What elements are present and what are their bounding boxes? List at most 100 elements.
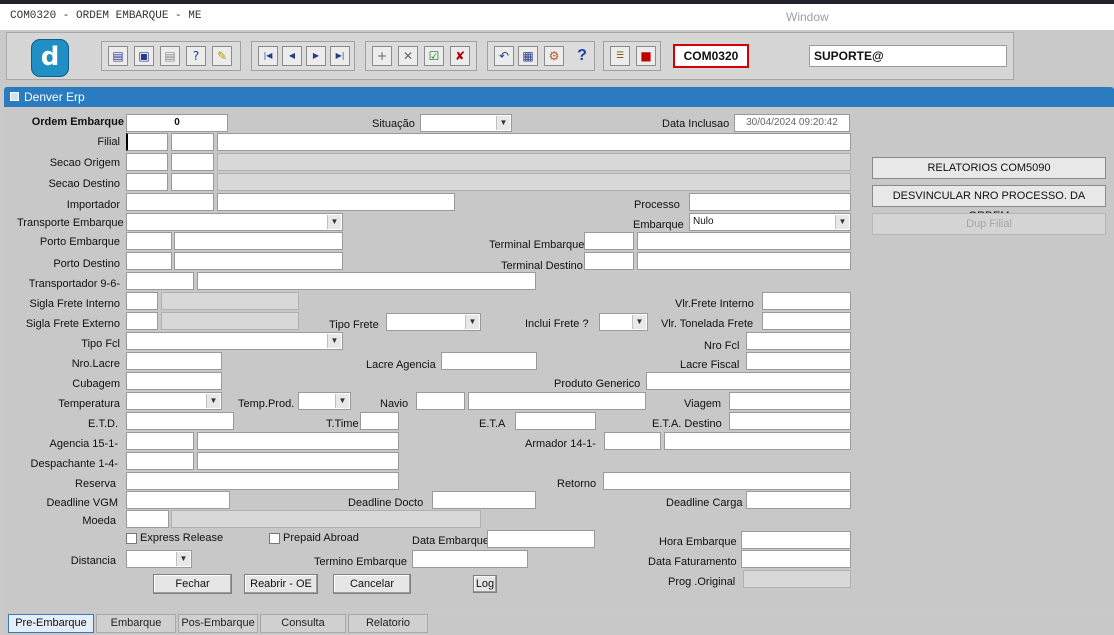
tab-embarque[interactable]: Embarque [96,614,176,633]
print-icon[interactable]: ▤ [160,46,180,66]
terminal-destino-name-field[interactable] [637,252,851,270]
sigla-frete-interno-field[interactable] [126,292,158,310]
prepaid-abroad-checkbox[interactable] [269,533,280,544]
eta-field[interactable] [515,412,596,430]
terminal-embarque-code-field[interactable] [584,232,634,250]
lacre-agencia-field[interactable] [441,352,537,370]
eta-destino-field[interactable] [729,412,851,430]
ordem-embarque-field[interactable]: 0 [126,114,228,132]
porto-destino-name-field[interactable] [174,252,343,270]
transportador-name-field[interactable] [197,272,536,290]
window-icon[interactable]: ▣ [134,46,154,66]
transportador-code-field[interactable] [126,272,194,290]
desvincular-processo-button[interactable]: DESVINCULAR NRO PROCESSO. DA ORDEM [872,185,1106,222]
moeda-code-field[interactable] [126,510,169,528]
etd-field[interactable] [126,412,234,430]
save-icon[interactable]: ▤ [108,46,128,66]
clear-record-icon[interactable]: ✘ [450,46,470,66]
armador-name-field[interactable] [664,432,851,450]
express-release-checkbox[interactable] [126,533,137,544]
tab-consulta[interactable]: Consulta [260,614,346,633]
navio-name-field[interactable] [468,392,646,410]
situacao-select[interactable]: ▼ [420,114,512,132]
inclui-frete-select[interactable]: ▼ [599,313,648,331]
next-record-icon[interactable]: ▶ [306,46,326,66]
secao-origem-sub-field[interactable] [171,153,214,171]
last-record-icon[interactable]: ▶| [330,46,350,66]
tipo-frete-select[interactable]: ▼ [386,313,481,331]
data-embarque-field[interactable] [487,530,595,548]
despachante-code-field[interactable] [126,452,194,470]
search-record-icon[interactable]: ☑ [424,46,444,66]
agencia-label: Agencia 15-1- [49,438,119,450]
secao-destino-sub-field[interactable] [171,173,214,191]
importador-name-field[interactable] [217,193,455,211]
importador-code-field[interactable] [126,193,214,211]
temp-prod-select[interactable]: ▼ [298,392,351,410]
produto-generico-field[interactable] [646,372,851,390]
secao-destino-field[interactable] [126,173,168,191]
retorno-field[interactable] [603,472,851,490]
data-faturamento-field[interactable] [741,550,851,568]
reabrir-oe-button[interactable]: Reabrir - OE [244,574,318,594]
reserva-field[interactable] [126,472,399,490]
edit-query-icon[interactable]: ✎ [212,46,232,66]
first-record-icon[interactable]: |◀ [258,46,278,66]
ttime-field[interactable] [360,412,399,430]
window-menu-label[interactable]: Window [786,10,829,24]
porto-destino-label: Porto Destino [53,258,120,270]
transporte-embarque-select[interactable]: ▼ [126,213,343,231]
agencia-code-field[interactable] [126,432,194,450]
list-icon[interactable]: ▦ [518,46,538,66]
tipo-fcl-select[interactable]: ▼ [126,332,343,350]
cubagem-field[interactable] [126,372,222,390]
relatorios-com5090-button[interactable]: RELATORIOS COM5090 [872,157,1106,179]
undo-icon[interactable]: ↶ [494,46,514,66]
exit-icon[interactable]: ■ [636,46,656,66]
armador-code-field[interactable] [604,432,661,450]
dup-filial-button[interactable]: Dup Filial [872,213,1106,235]
tools-icon[interactable]: ⚙ [544,46,564,66]
log-button[interactable]: Log [473,575,497,593]
nro-lacre-field[interactable] [126,352,222,370]
question-icon[interactable]: ? [568,46,596,66]
menu-icon[interactable]: ☰ [610,46,630,66]
porto-embarque-code-field[interactable] [126,232,172,250]
sigla-frete-externo-field[interactable] [126,312,158,330]
tab-relatorio[interactable]: Relatorio [348,614,428,633]
temperatura-select[interactable]: ▼ [126,392,222,410]
filial-code-field[interactable] [126,133,168,151]
processo-field[interactable] [689,193,851,211]
viagem-field[interactable] [729,392,851,410]
deadline-carga-field[interactable] [746,491,851,509]
porto-embarque-name-field[interactable] [174,232,343,250]
tab-pos-embarque[interactable]: Pos-Embarque [178,614,258,633]
deadline-docto-field[interactable] [432,491,536,509]
tab-pre-embarque[interactable]: Pre-Embarque [8,614,94,633]
navio-code-field[interactable] [416,392,465,410]
vlr-frete-interno-field[interactable] [762,292,851,310]
distancia-select[interactable]: ▼ [126,550,192,568]
embarque-select[interactable]: Nulo ▼ [689,213,851,231]
nro-fcl-field[interactable] [746,332,851,350]
fechar-button[interactable]: Fechar [153,574,232,594]
despachante-name-field[interactable] [197,452,399,470]
delete-record-icon[interactable]: ✕ [398,46,418,66]
filial-name-field[interactable] [217,133,851,151]
lacre-fiscal-field[interactable] [746,352,851,370]
cancelar-button[interactable]: Cancelar [333,574,411,594]
porto-destino-code-field[interactable] [126,252,172,270]
hora-embarque-field[interactable] [741,531,851,549]
filial-sub-field[interactable] [171,133,214,151]
terminal-embarque-name-field[interactable] [637,232,851,250]
agencia-name-field[interactable] [197,432,399,450]
prev-record-icon[interactable]: ◀ [282,46,302,66]
terminal-destino-code-field[interactable] [584,252,634,270]
insert-record-icon[interactable]: + [372,46,392,66]
deadline-vgm-field[interactable] [126,491,230,509]
help-query-icon[interactable]: ? [186,46,206,66]
vlr-tonelada-frete-field[interactable] [762,312,851,330]
etd-label: E.T.D. [88,418,118,430]
termino-embarque-field[interactable] [412,550,528,568]
secao-origem-field[interactable] [126,153,168,171]
